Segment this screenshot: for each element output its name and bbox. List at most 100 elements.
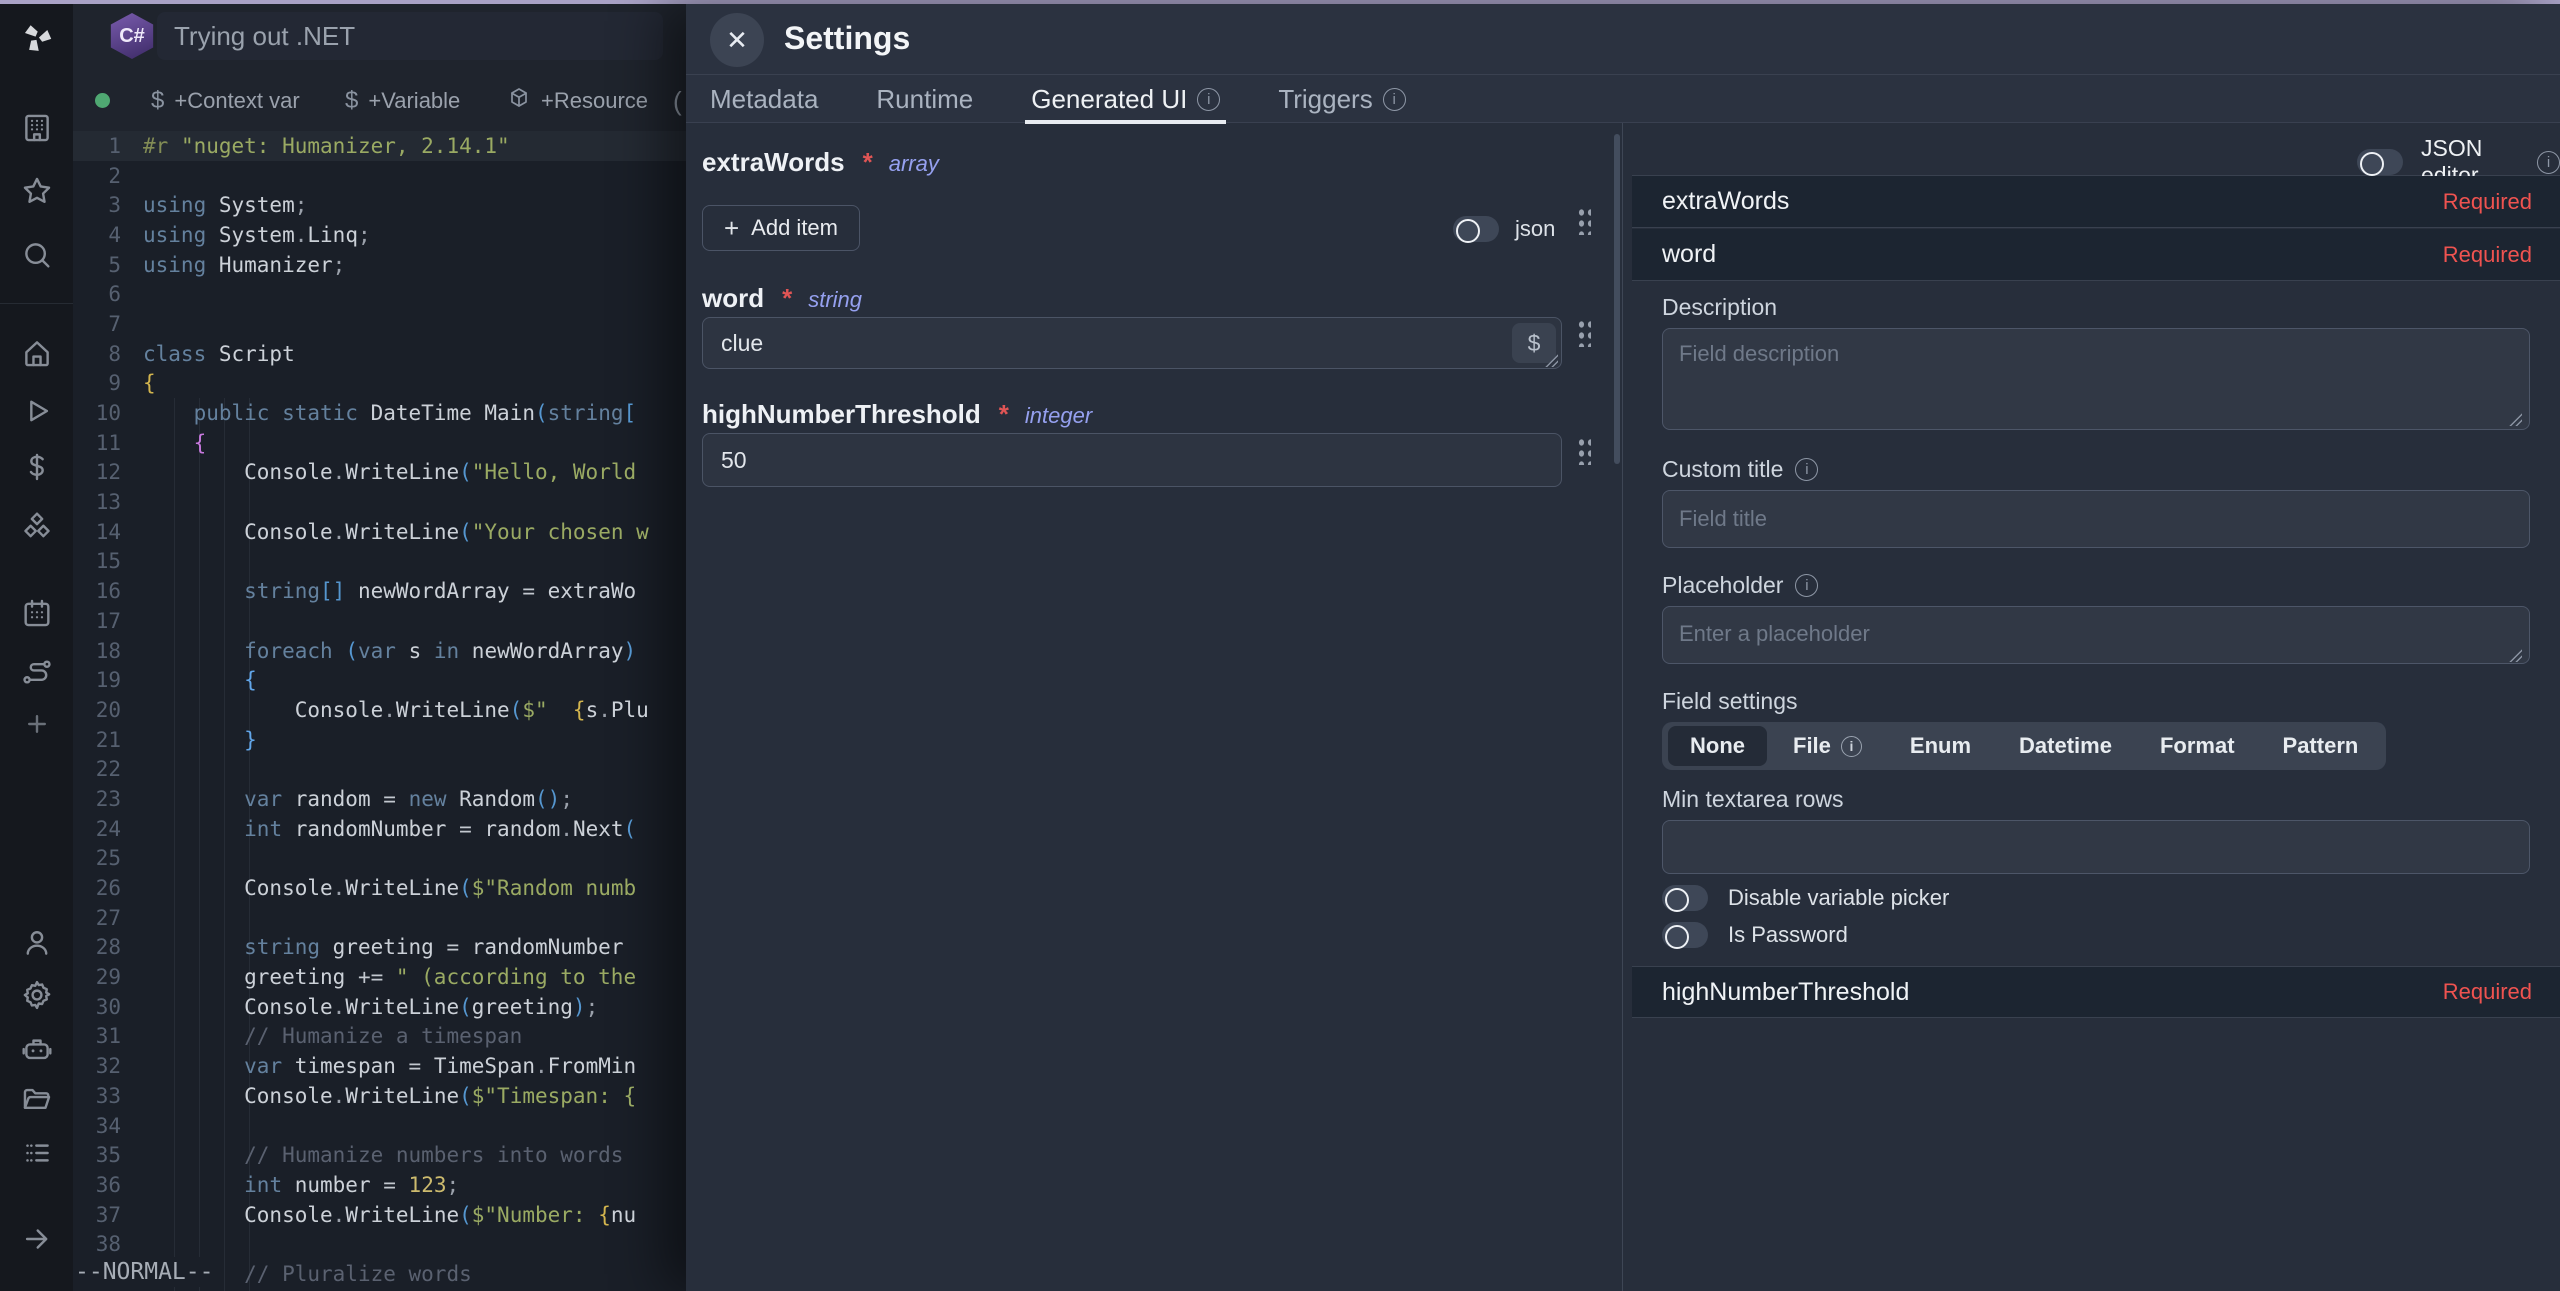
resize-handle[interactable] [2508, 412, 2522, 426]
code-line[interactable]: 28 string greeting = randomNumber [73, 933, 686, 963]
sidebar-item-apps[interactable] [19, 110, 55, 146]
code-line[interactable]: 6 [73, 279, 686, 309]
sidebar-item-star[interactable] [19, 173, 55, 209]
sidebar-item-robot[interactable] [19, 1030, 55, 1066]
description-textarea[interactable] [1662, 328, 2530, 430]
line-number: 15 [73, 549, 143, 573]
line-number: 13 [73, 490, 143, 514]
line-number: 22 [73, 757, 143, 781]
drag-handle-word[interactable] [1576, 317, 1591, 347]
toolbar-button--resource[interactable]: +Resource [507, 86, 648, 116]
tab-triggers[interactable]: Triggersi [1278, 75, 1405, 123]
line-number: 18 [73, 639, 143, 663]
line-number: 14 [73, 520, 143, 544]
drag-handle-extraWords[interactable] [1576, 205, 1591, 235]
code-line[interactable]: 5using Humanizer; [73, 250, 686, 280]
code-line[interactable]: 3using System; [73, 190, 686, 220]
code-line[interactable]: 26 Console.WriteLine($"Random numb [73, 873, 686, 903]
sidebar-item-flows[interactable] [19, 654, 55, 690]
code-line[interactable]: 9{ [73, 369, 686, 399]
custom-title-input[interactable] [1662, 490, 2530, 548]
word-input[interactable] [702, 317, 1562, 369]
tab-metadata[interactable]: Metadata [710, 75, 818, 123]
code-line[interactable]: 30 Console.WriteLine(greeting); [73, 992, 686, 1022]
tab-runtime[interactable]: Runtime [876, 75, 973, 123]
code-line[interactable]: 31 // Humanize a timespan [73, 1022, 686, 1052]
toolbar-button--variable[interactable]: $+Variable [345, 86, 460, 116]
sidebar-item-resources[interactable] [19, 508, 55, 544]
code-line[interactable]: 21 } [73, 725, 686, 755]
highNumberThreshold-input[interactable] [702, 433, 1562, 487]
line-number: 20 [73, 698, 143, 722]
code-line[interactable]: 33 Console.WriteLine($"Timespan: { [73, 1081, 686, 1111]
line-number: 21 [73, 728, 143, 752]
code-line[interactable]: 27 [73, 903, 686, 933]
field-setting-option-format[interactable]: Format [2138, 726, 2257, 766]
placeholder-input[interactable] [1662, 606, 2530, 664]
code-line[interactable]: 11 { [73, 428, 686, 458]
line-number: 2 [73, 164, 143, 188]
json-toggle[interactable] [1453, 216, 1499, 242]
code-line[interactable]: 14 Console.WriteLine("Your chosen w [73, 517, 686, 547]
code-line[interactable]: 23 var random = new Random(); [73, 784, 686, 814]
line-number: 4 [73, 223, 143, 247]
toolbar-button--context-var[interactable]: $+Context var [151, 86, 300, 116]
code-line[interactable]: 22 [73, 754, 686, 784]
code-line[interactable]: 12 Console.WriteLine("Hello, World [73, 458, 686, 488]
code-line[interactable]: 37 Console.WriteLine($"Number: {nu [73, 1200, 686, 1230]
code-line[interactable]: 38 [73, 1229, 686, 1259]
code-line[interactable]: 17 [73, 606, 686, 636]
code-line[interactable]: 18 foreach (var s in newWordArray) [73, 636, 686, 666]
code-area[interactable]: 1#r "nuget: Humanizer, 2.14.1" 23using Sy… [73, 131, 686, 1289]
sidebar-item-folders[interactable] [19, 1082, 55, 1118]
code-line[interactable]: 1#r "nuget: Humanizer, 2.14.1" [73, 131, 686, 161]
code-line[interactable]: 16 string[] newWordArray = extraWo [73, 576, 686, 606]
sidebar-item-variables[interactable] [19, 449, 55, 485]
close-icon[interactable]: ✕ [710, 13, 764, 67]
add-item-button[interactable]: + Add item [702, 205, 860, 251]
field-setting-option-pattern[interactable]: Pattern [2261, 726, 2381, 766]
field-setting-option-enum[interactable]: Enum [1888, 726, 1993, 766]
inspector-row-highNumberThreshold[interactable]: highNumberThreshold Required [1632, 966, 2560, 1018]
sidebar-item-schedules[interactable] [19, 595, 55, 631]
code-line[interactable]: 35 // Humanize numbers into words [73, 1140, 686, 1170]
toggle-disable-variable-picker[interactable] [1662, 885, 1708, 911]
code-line[interactable]: 7 [73, 309, 686, 339]
json-editor-toggle[interactable] [2357, 149, 2403, 175]
tab-generated-ui[interactable]: Generated UIi [1031, 75, 1220, 123]
code-line[interactable]: 32 var timespan = TimeSpan.FromMin [73, 1051, 686, 1081]
sidebar-item-run[interactable] [19, 393, 55, 429]
form-scrollbar[interactable] [1614, 134, 1620, 464]
sidebar-item-settings[interactable] [19, 977, 55, 1013]
code-line[interactable]: 8class Script [73, 339, 686, 369]
code-line[interactable]: 36 int number = 123; [73, 1170, 686, 1200]
code-line[interactable]: 34 [73, 1111, 686, 1141]
inspector-row-extraWords[interactable]: extraWords Required [1632, 176, 2560, 228]
field-setting-option-datetime[interactable]: Datetime [1997, 726, 2134, 766]
resize-handle[interactable] [2508, 648, 2522, 662]
sidebar-item-home[interactable] [19, 335, 55, 371]
code-line[interactable]: 10 public static DateTime Main(string[ [73, 398, 686, 428]
code-line[interactable]: 13 [73, 487, 686, 517]
sidebar-item-logs[interactable] [19, 1135, 55, 1171]
code-line[interactable]: 25 [73, 844, 686, 874]
code-line[interactable]: 4using System.Linq; [73, 220, 686, 250]
toggle-is-password[interactable] [1662, 922, 1708, 948]
min-textarea-rows-input[interactable] [1662, 820, 2530, 874]
sidebar-item-search[interactable] [19, 237, 55, 273]
inspector-row-word[interactable]: word Required [1632, 229, 2560, 281]
code-line[interactable]: 24 int randomNumber = random.Next( [73, 814, 686, 844]
code-line[interactable]: 19 { [73, 665, 686, 695]
code-line[interactable]: 20 Console.WriteLine($" {s.Plu [73, 695, 686, 725]
script-title[interactable]: Trying out .NET [174, 21, 355, 52]
resize-handle[interactable] [1544, 353, 1558, 367]
code-line[interactable]: 29 greeting += " (according to the [73, 962, 686, 992]
code-line[interactable]: 15 [73, 547, 686, 577]
sidebar-item-collapse[interactable] [19, 1221, 55, 1257]
field-setting-option-file[interactable]: Filei [1771, 726, 1884, 766]
drag-handle-highNumberThreshold[interactable] [1576, 435, 1591, 465]
code-line[interactable]: 2 [73, 161, 686, 191]
field-setting-option-none[interactable]: None [1668, 726, 1767, 766]
sidebar-item-user[interactable] [19, 925, 55, 961]
sidebar-item-add[interactable] [19, 706, 55, 742]
